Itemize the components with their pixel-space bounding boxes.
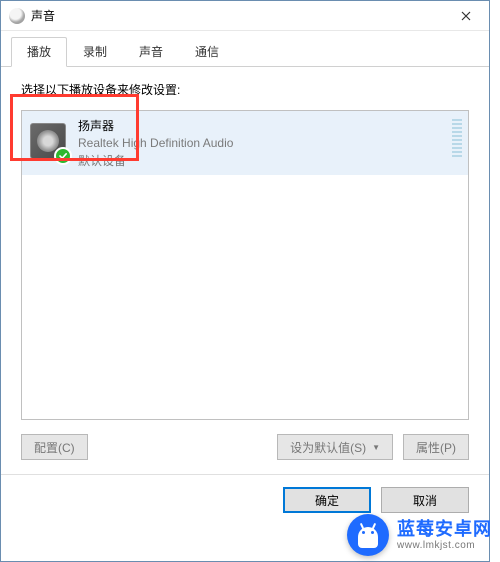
- window-title: 声音: [31, 7, 443, 24]
- device-item-speakers[interactable]: 扬声器 Realtek High Definition Audio 默认设备: [22, 111, 468, 175]
- dialog-button-row: 确定 取消: [21, 475, 489, 513]
- set-default-label: 设为默认值(S): [290, 439, 366, 456]
- device-name: 扬声器: [78, 117, 233, 134]
- device-driver: Realtek High Definition Audio: [78, 136, 233, 150]
- set-default-button[interactable]: 设为默认值(S) ▼: [277, 434, 393, 460]
- tab-communications[interactable]: 通信: [179, 37, 235, 66]
- close-button[interactable]: [443, 1, 489, 31]
- watermark-brand: 蓝莓安卓网: [397, 519, 492, 540]
- device-button-row: 配置(C) 设为默认值(S) ▼ 属性(P): [21, 434, 469, 460]
- tab-recording[interactable]: 录制: [67, 37, 123, 66]
- sound-icon: [9, 8, 25, 24]
- configure-button[interactable]: 配置(C): [21, 434, 88, 460]
- watermark-logo-icon: [347, 514, 389, 556]
- titlebar: 声音: [1, 1, 489, 31]
- default-check-icon: [54, 147, 72, 165]
- watermark: 蓝莓安卓网 www.lmkjst.com: [347, 514, 492, 556]
- instruction-text: 选择以下播放设备来修改设置:: [21, 81, 469, 98]
- device-status: 默认设备: [78, 152, 233, 169]
- chevron-down-icon: ▼: [372, 443, 380, 452]
- tab-content: 选择以下播放设备来修改设置: 扬声器 Realtek High Definiti…: [1, 67, 489, 523]
- device-text: 扬声器 Realtek High Definition Audio 默认设备: [78, 117, 233, 169]
- properties-button[interactable]: 属性(P): [403, 434, 469, 460]
- playback-device-list[interactable]: 扬声器 Realtek High Definition Audio 默认设备: [21, 110, 469, 420]
- level-meter-icon: [452, 119, 462, 157]
- tab-strip: 播放 录制 声音 通信: [1, 31, 489, 67]
- ok-button[interactable]: 确定: [283, 487, 371, 513]
- tab-playback[interactable]: 播放: [11, 37, 67, 67]
- sound-dialog: 声音 播放 录制 声音 通信 选择以下播放设备来修改设置: 扬声器 Realte…: [0, 0, 490, 562]
- cancel-button[interactable]: 取消: [381, 487, 469, 513]
- watermark-url: www.lmkjst.com: [397, 540, 492, 552]
- speaker-icon: [30, 123, 70, 163]
- tab-sounds[interactable]: 声音: [123, 37, 179, 66]
